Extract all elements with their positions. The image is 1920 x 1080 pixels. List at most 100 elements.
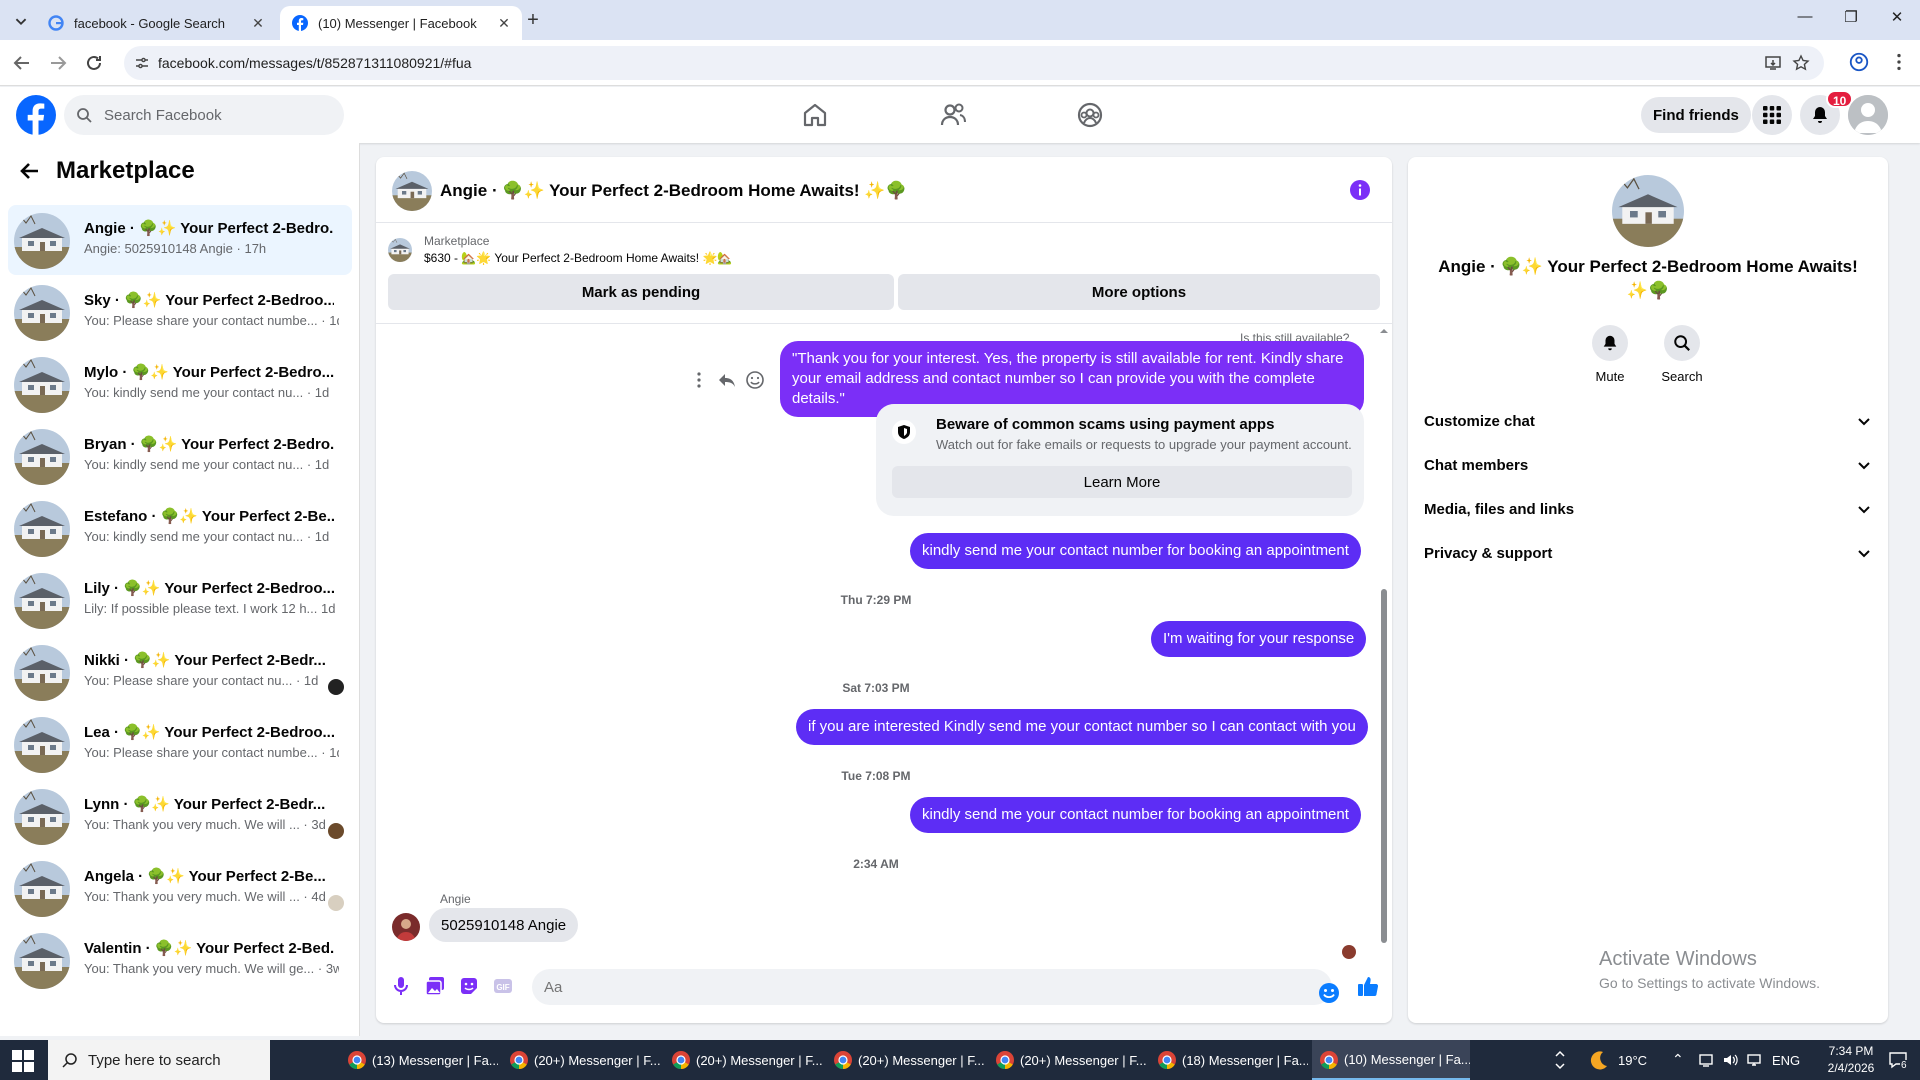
learn-more-button[interactable]: Learn More [892, 466, 1352, 498]
conversation-avatar[interactable] [392, 171, 432, 211]
taskbar-app-button[interactable]: (13) Messenger | Fa... [340, 1040, 498, 1080]
clock-date[interactable]: 2/4/2026 [1820, 1061, 1882, 1075]
taskbar-app-button[interactable]: (20+) Messenger | F... [826, 1040, 984, 1080]
chevron-down-icon [1858, 418, 1870, 426]
facebook-search-input[interactable]: Search Facebook [64, 95, 344, 135]
outgoing-message[interactable]: kindly send me your contact number for b… [910, 797, 1361, 833]
facebook-logo-icon[interactable] [16, 95, 56, 135]
network-icon[interactable] [1746, 1052, 1762, 1068]
chat-list-item[interactable]: Angie · 🌳✨ Your Perfect 2-Bedro... Angie:… [8, 205, 352, 275]
back-arrow-icon[interactable] [10, 51, 34, 75]
close-tab-icon[interactable]: ✕ [250, 15, 266, 32]
windows-start-icon[interactable] [12, 1050, 34, 1072]
meet-icon[interactable] [1698, 1052, 1714, 1068]
taskbar-app-button[interactable]: (10) Messenger | Fa... [1312, 1040, 1470, 1080]
taskbar-app-button[interactable]: (20+) Messenger | F... [502, 1040, 660, 1080]
browser-tab-strip: facebook - Google Search ✕ (10) Messenge… [0, 0, 1920, 40]
chat-list-item[interactable]: Lynn · 🌳✨ Your Perfect 2-Bedr... You: Tha… [8, 781, 352, 851]
more-vertical-icon[interactable] [688, 369, 710, 391]
volume-icon[interactable] [1722, 1052, 1738, 1068]
window-close-icon[interactable]: ✕ [1882, 8, 1912, 32]
incoming-message[interactable]: 5025910148 Angie [429, 908, 579, 942]
bookmark-star-icon[interactable] [1792, 54, 1810, 72]
sender-avatar[interactable] [392, 913, 420, 941]
find-friends-button[interactable]: Find friends [1641, 97, 1751, 133]
reply-icon[interactable] [716, 369, 738, 391]
account-avatar[interactable] [1848, 95, 1888, 135]
conversation-title[interactable]: Angie · 🌳✨ Your Perfect 2-Bedroom Home A… [440, 181, 907, 201]
message-input[interactable] [532, 969, 1332, 1005]
customize-chat-section[interactable]: Customize chat [1424, 401, 1872, 441]
taskbar-app-label: (20+) Messenger | F... [1020, 1052, 1146, 1068]
photo-icon[interactable] [424, 975, 446, 997]
browser-tab-google-search[interactable]: facebook - Google Search ✕ [36, 6, 276, 40]
chat-list-item[interactable]: Lily · 🌳✨ Your Perfect 2-Bedroo... Lily: … [8, 565, 352, 635]
chat-list-item[interactable]: Mylo · 🌳✨ Your Perfect 2-Bedro... You: ki… [8, 349, 352, 419]
chat-list-item[interactable]: Angela · 🌳✨ Your Perfect 2-Be... You: Tha… [8, 853, 352, 923]
react-emoji-icon[interactable] [744, 369, 766, 391]
chat-list-item[interactable]: Lea · 🌳✨ Your Perfect 2-Bedroo... You: Pl… [8, 709, 352, 779]
chat-members-section[interactable]: Chat members [1424, 445, 1872, 485]
mute-button[interactable]: Mute [1570, 325, 1650, 384]
conversation-panel: Angie · 🌳✨ Your Perfect 2-Bedroom Home A… [376, 157, 1392, 1023]
sticker-icon[interactable] [458, 975, 480, 997]
microphone-icon[interactable] [390, 975, 412, 997]
tray-expand-icon[interactable]: ⌃ [1672, 1051, 1684, 1068]
chat-list-item[interactable]: Bryan · 🌳✨ Your Perfect 2-Bedro... You: k… [8, 421, 352, 491]
groups-icon[interactable] [1074, 99, 1106, 131]
minimize-icon[interactable]: — [1790, 8, 1820, 32]
contact-avatar[interactable] [1612, 175, 1684, 247]
privacy-support-section[interactable]: Privacy & support [1424, 533, 1872, 573]
timestamp: 2:34 AM [853, 857, 899, 871]
chat-list-item[interactable]: Sky · 🌳✨ Your Perfect 2-Bedroo... You: Pl… [8, 277, 352, 347]
chat-list-item[interactable]: Valentin · 🌳✨ Your Perfect 2-Bed... You: … [8, 925, 352, 995]
taskbar-app-label: (13) Messenger | Fa... [372, 1052, 498, 1068]
chrome-menu-icon[interactable] [1888, 51, 1912, 75]
home-icon[interactable] [799, 99, 831, 131]
site-info-icon[interactable] [134, 55, 150, 71]
back-arrow-icon[interactable] [18, 159, 44, 185]
profile-icon[interactable] [1848, 51, 1872, 75]
address-bar[interactable]: facebook.com/messages/t/852871311080921/… [124, 46, 1824, 80]
listing-title[interactable]: $630 - 🏡🌟 Your Perfect 2-Bedroom Home Aw… [424, 251, 732, 265]
chat-name: Lily · 🌳✨ Your Perfect 2-Bedroo... [84, 580, 334, 597]
outgoing-message[interactable]: I'm waiting for your response [1151, 621, 1367, 657]
gif-icon[interactable]: GIF [492, 975, 514, 997]
taskbar-search-input[interactable]: Type here to search [48, 1040, 270, 1080]
chrome-icon [996, 1051, 1014, 1069]
thumbs-up-icon[interactable] [1356, 974, 1379, 996]
weather-temp[interactable]: 19°C [1618, 1053, 1647, 1068]
scrollbar-thumb[interactable] [1381, 589, 1387, 943]
menu-grid-icon[interactable] [1752, 95, 1792, 135]
info-icon[interactable] [1350, 180, 1370, 200]
install-app-icon[interactable] [1764, 54, 1782, 72]
listing-thumbnail[interactable] [388, 238, 412, 262]
more-options-button[interactable]: More options [898, 274, 1380, 310]
outgoing-message[interactable]: kindly send me your contact number for b… [910, 533, 1361, 569]
taskbar-app-button[interactable]: (20+) Messenger | F... [664, 1040, 822, 1080]
taskbar-app-button[interactable]: (18) Messenger | Fa... [1150, 1040, 1308, 1080]
new-tab-button[interactable]: + [520, 8, 546, 34]
close-tab-icon[interactable]: ✕ [496, 15, 512, 32]
message-composer: GIF [376, 957, 1392, 1017]
clock-time[interactable]: 7:34 PM [1820, 1044, 1882, 1058]
emoji-icon[interactable] [1318, 982, 1340, 1004]
restore-icon[interactable]: ❐ [1836, 8, 1866, 32]
language-indicator[interactable]: ENG [1772, 1053, 1800, 1068]
friends-icon[interactable] [937, 99, 969, 131]
tab-search-icon[interactable] [10, 10, 32, 32]
action-center-badge: 6 [1900, 1060, 1908, 1071]
forward-arrow-icon[interactable] [46, 51, 70, 75]
house-photo [14, 717, 70, 773]
search-in-chat-button[interactable]: Search [1642, 325, 1722, 384]
browser-tab-messenger[interactable]: (10) Messenger | Facebook ✕ [280, 6, 522, 40]
mark-as-pending-button[interactable]: Mark as pending [388, 274, 894, 310]
taskbar-app-button[interactable]: (20+) Messenger | F... [988, 1040, 1146, 1080]
weather-icon[interactable] [1588, 1049, 1610, 1071]
chat-list-item[interactable]: Estefano · 🌳✨ Your Perfect 2-Be... You: k… [8, 493, 352, 563]
media-files-links-section[interactable]: Media, files and links [1424, 489, 1872, 529]
tray-scroll-icon[interactable] [1554, 1048, 1566, 1072]
outgoing-message[interactable]: if you are interested Kindly send me you… [796, 709, 1368, 745]
chat-list-item[interactable]: Nikki · 🌳✨ Your Perfect 2-Bedr... You: Pl… [8, 637, 352, 707]
reload-icon[interactable] [82, 51, 106, 75]
